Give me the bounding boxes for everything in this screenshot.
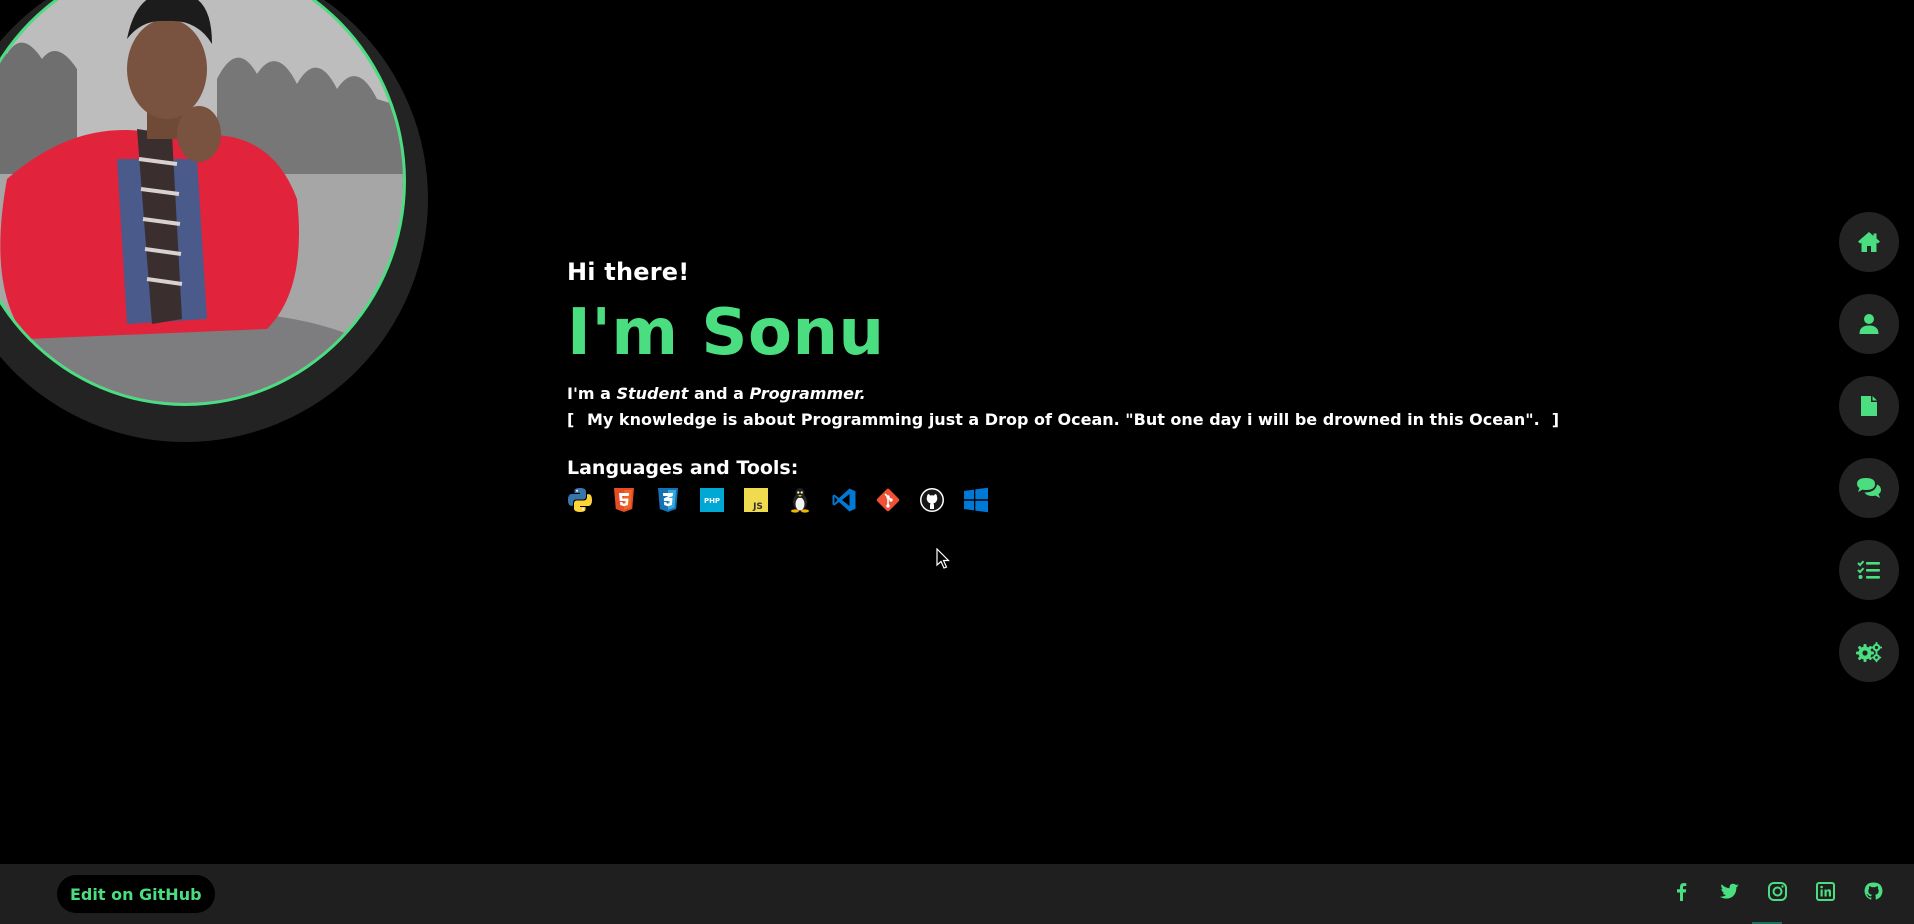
home-icon [1858,232,1880,252]
edit-on-github-button[interactable]: Edit on GitHub [57,875,215,913]
footer: Edit on GitHub [0,864,1914,924]
css3-icon[interactable] [655,487,681,513]
avatar [0,0,406,406]
vscode-icon[interactable] [831,487,857,513]
nav-settings-button[interactable] [1839,622,1899,682]
role-line: I'm a Student and a Programmer. [567,384,1564,403]
github-icon[interactable] [919,487,945,513]
svg-text:PHP: PHP [704,497,720,505]
svg-text:JS: JS [752,502,763,512]
user-icon [1859,314,1879,334]
linkedin-icon[interactable] [1815,881,1836,902]
python-icon[interactable] [567,487,593,513]
nav-about-button[interactable] [1839,294,1899,354]
bracket-open: [ [567,410,575,429]
html5-icon[interactable] [611,487,637,513]
role-student: Student [616,384,689,403]
quote: [ My knowledge is about Programming just … [567,410,1564,429]
quote-text: My knowledge is about Programming just a… [587,410,1540,429]
file-icon [1861,396,1877,416]
facebook-icon[interactable] [1671,881,1692,902]
php-icon[interactable]: PHP [699,487,725,513]
comments-icon [1857,478,1881,498]
tools-title: Languages and Tools: [567,457,799,479]
role-prefix: I'm a [567,384,611,403]
git-icon[interactable] [875,487,901,513]
github-icon[interactable] [1863,881,1884,902]
mouse-cursor-icon [936,548,950,569]
role-mid: and a [693,384,744,403]
twitter-icon[interactable] [1719,881,1740,902]
tasks-icon [1857,560,1880,579]
nav-home-button[interactable] [1839,212,1899,272]
tools-list: PHP JS [567,487,1564,513]
nav-portfolio-button[interactable] [1839,540,1899,600]
linux-icon[interactable] [787,487,813,513]
javascript-icon[interactable]: JS [743,487,769,513]
side-navigation [1839,212,1899,682]
settings-icon [1856,642,1882,663]
social-links [1671,881,1884,902]
greeting: Hi there! [567,258,690,286]
windows-icon[interactable] [963,487,989,513]
page: Hi there! I'm Sonu I'm a Student and a P… [0,0,1914,924]
nav-contact-button[interactable] [1839,458,1899,518]
bracket-close: ] [1551,410,1560,429]
intro-section: Hi there! I'm Sonu I'm a Student and a P… [567,258,1564,513]
instagram-icon[interactable] [1767,881,1788,902]
page-title: I'm Sonu [567,296,885,370]
role-programmer: Programmer. [749,384,866,403]
nav-resume-button[interactable] [1839,376,1899,436]
